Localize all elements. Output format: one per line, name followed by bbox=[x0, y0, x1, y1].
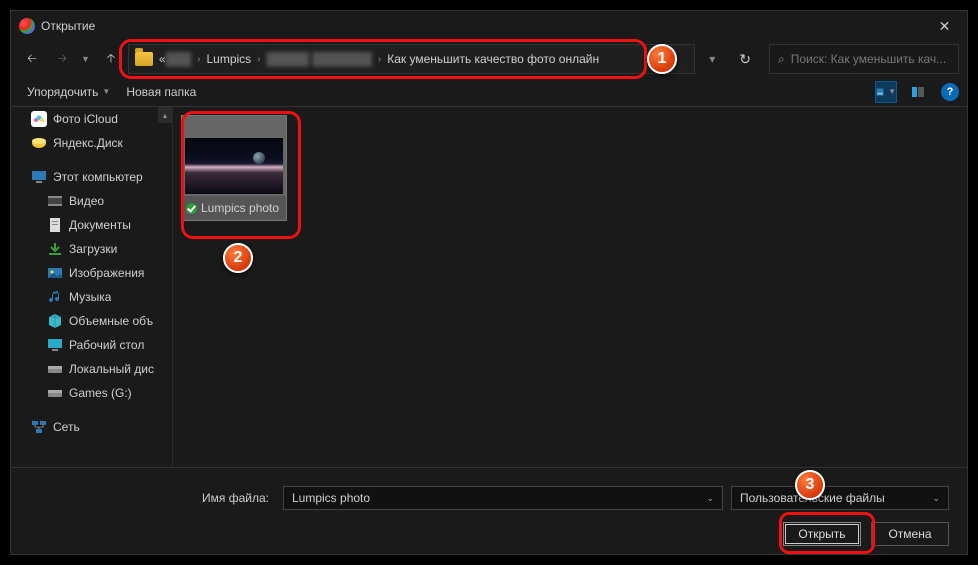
crumb-lumpics[interactable]: Lumpics bbox=[206, 52, 251, 66]
music-icon bbox=[47, 289, 63, 305]
sidebar-item-3d[interactable]: Объемные объ bbox=[11, 309, 172, 333]
thumbnail-caption: Lumpics photo bbox=[182, 196, 286, 220]
view-thumbnails[interactable]: ▼ bbox=[875, 81, 897, 103]
sidebar-item-docs[interactable]: Документы bbox=[11, 213, 172, 237]
file-thumbnail[interactable]: Lumpics photo bbox=[181, 115, 287, 221]
icloud-icon bbox=[31, 111, 47, 127]
sidebar-item-pc[interactable]: Этот компьютер bbox=[11, 165, 172, 189]
video-icon bbox=[47, 193, 63, 209]
folder-icon bbox=[135, 52, 153, 66]
sidebar-item-icloud[interactable]: Фото iCloud bbox=[11, 107, 172, 131]
sidebar-item-desktop[interactable]: Рабочий стол bbox=[11, 333, 172, 357]
chevron-down-icon: ▼ bbox=[102, 87, 110, 96]
close-button[interactable]: ✕ bbox=[922, 11, 967, 41]
desktop-icon bbox=[47, 337, 63, 353]
app-icon bbox=[19, 18, 35, 34]
images-icon bbox=[47, 265, 63, 281]
chevron-down-icon[interactable]: ⌄ bbox=[706, 493, 714, 504]
up-button[interactable]: 🡡 bbox=[98, 45, 124, 73]
nav-row: 🡠 🡢 ▼ 🡡 « ███ › Lumpics › █████ ███████ … bbox=[11, 41, 967, 77]
sidebar-item-hdd1[interactable]: Локальный дис bbox=[11, 357, 172, 381]
bottom-panel: Имя файла: Lumpics photo ⌄ Пользовательс… bbox=[11, 467, 967, 554]
filetype-filter[interactable]: Пользовательские файлы ⌄ bbox=[731, 486, 949, 510]
window-title: Открытие bbox=[41, 19, 922, 33]
cancel-button[interactable]: Отмена bbox=[871, 522, 949, 546]
docs-icon bbox=[47, 217, 63, 233]
chevron-down-icon[interactable]: ⌄ bbox=[932, 493, 940, 504]
search-placeholder: Поиск: Как уменьшить кач... bbox=[791, 52, 946, 66]
sidebar: ▴ Фото iCloud Яндекс.Диск Этот компьютер… bbox=[11, 107, 173, 467]
sync-ok-icon bbox=[186, 203, 197, 214]
view-preview-pane[interactable] bbox=[907, 81, 929, 103]
chevron-down-icon: ▼ bbox=[888, 87, 896, 96]
hdd-icon bbox=[47, 361, 63, 377]
filename-input[interactable]: Lumpics photo ⌄ bbox=[283, 486, 723, 510]
chevron-right-icon: › bbox=[197, 54, 200, 65]
refresh-button[interactable]: ↻ bbox=[739, 51, 751, 68]
search-input[interactable]: ⌕ Поиск: Как уменьшить кач... bbox=[769, 44, 959, 74]
image-preview bbox=[185, 138, 283, 194]
breadcrumb-bar[interactable]: « ███ › Lumpics › █████ ███████ › Как ум… bbox=[128, 44, 695, 74]
download-icon bbox=[47, 241, 63, 257]
yadisk-icon bbox=[31, 135, 47, 151]
sidebar-item-music[interactable]: Музыка bbox=[11, 285, 172, 309]
hdd-icon bbox=[47, 385, 63, 401]
search-icon: ⌕ bbox=[778, 52, 785, 67]
chevron-right-icon: › bbox=[257, 54, 260, 65]
new-folder-button[interactable]: Новая папка bbox=[118, 82, 204, 102]
sidebar-item-downloads[interactable]: Загрузки bbox=[11, 237, 172, 261]
recent-locations[interactable]: ▾ bbox=[699, 45, 725, 73]
badge-1: 1 bbox=[647, 44, 677, 74]
toolbar: Упорядочить▼ Новая папка ▼ ? bbox=[11, 77, 967, 107]
file-area[interactable]: Lumpics photo 2 bbox=[173, 107, 967, 467]
back-button[interactable]: 🡠 bbox=[19, 45, 45, 73]
forward-button[interactable]: 🡢 bbox=[49, 45, 75, 73]
organize-button[interactable]: Упорядочить▼ bbox=[19, 82, 118, 102]
help-button[interactable]: ? bbox=[941, 83, 959, 101]
open-dialog: Открытие ✕ 🡠 🡢 ▼ 🡡 « ███ › Lumpics › ███… bbox=[10, 10, 968, 555]
filename-label: Имя файла: bbox=[29, 491, 275, 505]
sidebar-item-images[interactable]: Изображения bbox=[11, 261, 172, 285]
crumb-lead: « bbox=[159, 52, 166, 66]
badge-2: 2 bbox=[223, 243, 253, 273]
sidebar-item-video[interactable]: Видео bbox=[11, 189, 172, 213]
network-icon bbox=[31, 419, 47, 435]
sidebar-item-network[interactable]: Сеть bbox=[11, 415, 172, 439]
dialog-body: ▴ Фото iCloud Яндекс.Диск Этот компьютер… bbox=[11, 107, 967, 467]
crumb-hidden: █████ ███████ bbox=[267, 52, 372, 66]
crumb-hidden: ███ bbox=[166, 52, 192, 66]
titlebar: Открытие ✕ bbox=[11, 11, 967, 41]
sidebar-item-yadisk[interactable]: Яндекс.Диск bbox=[11, 131, 172, 155]
scroll-up[interactable]: ▴ bbox=[158, 107, 172, 123]
history-dropdown[interactable]: ▼ bbox=[79, 54, 92, 64]
badge-3: 3 bbox=[795, 470, 825, 500]
thumbnail-preview bbox=[182, 116, 286, 196]
cube-icon bbox=[47, 313, 63, 329]
pc-icon bbox=[31, 169, 47, 185]
open-button[interactable]: Открыть bbox=[783, 522, 861, 546]
chevron-right-icon: › bbox=[378, 54, 381, 65]
sidebar-item-hdd2[interactable]: Games (G:) bbox=[11, 381, 172, 405]
file-name: Lumpics photo bbox=[201, 201, 279, 215]
crumb-current[interactable]: Как уменьшить качество фото онлайн bbox=[387, 52, 599, 66]
